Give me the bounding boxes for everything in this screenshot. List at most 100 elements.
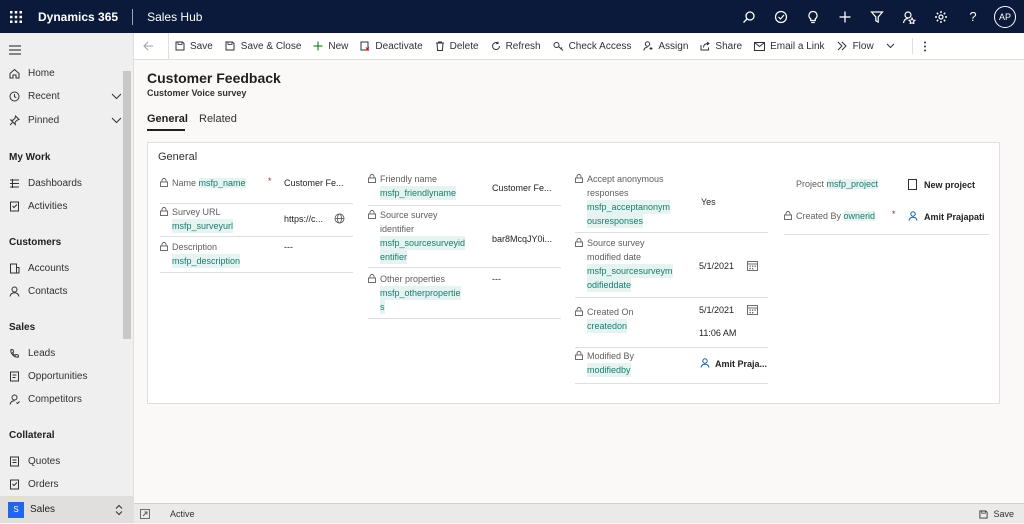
status-footer: Active Save bbox=[134, 503, 1024, 523]
check-access-button[interactable]: Check Access bbox=[547, 33, 638, 60]
sidebar-item-label: Dashboards bbox=[28, 178, 82, 189]
required-indicator: * bbox=[268, 176, 272, 186]
field-underline bbox=[368, 205, 561, 206]
assign-button[interactable]: Assign bbox=[637, 33, 694, 60]
mail-icon bbox=[754, 42, 765, 51]
command-bar: Save Save & Close New Deactivate Delete … bbox=[134, 33, 1024, 60]
delete-button[interactable]: Delete bbox=[429, 33, 485, 60]
calendar-icon[interactable] bbox=[747, 260, 758, 271]
sidebar-item-activities[interactable]: Activities bbox=[0, 195, 67, 217]
sidebar-item-label: Home bbox=[28, 68, 55, 79]
created-by-link[interactable]: Amit Prajapati bbox=[924, 210, 985, 224]
competitor-icon bbox=[9, 394, 20, 405]
help-icon[interactable]: ? bbox=[957, 0, 989, 33]
schema-name-chip: msfp_project bbox=[827, 179, 879, 189]
sidebar-item-accounts[interactable]: Accounts bbox=[0, 257, 69, 279]
command-label: Assign bbox=[658, 41, 688, 52]
lock-icon bbox=[575, 307, 583, 316]
home-icon bbox=[9, 68, 20, 79]
sidebar-item-label: Leads bbox=[28, 348, 55, 359]
sidebar-item-contacts[interactable]: Contacts bbox=[0, 280, 67, 302]
sidebar-item-recent[interactable]: Recent bbox=[0, 85, 60, 107]
sidebar-item-orders[interactable]: Orders bbox=[0, 473, 59, 495]
record-title: Customer Feedback bbox=[147, 70, 281, 86]
sidebar-item-label: Activities bbox=[28, 201, 67, 212]
sidebar-item-quotes[interactable]: Quotes bbox=[0, 450, 60, 472]
area-badge: S bbox=[8, 502, 24, 518]
modified-by-link[interactable]: Amit Praja... bbox=[715, 357, 767, 371]
user-avatar[interactable]: AP bbox=[994, 6, 1016, 28]
sidebar-scrollbar[interactable] bbox=[123, 71, 131, 339]
assistant-icon[interactable] bbox=[893, 0, 925, 33]
search-icon[interactable] bbox=[733, 0, 765, 33]
calendar-icon[interactable] bbox=[747, 304, 758, 315]
chevron-updown-icon bbox=[115, 504, 123, 516]
globe-icon[interactable] bbox=[334, 213, 345, 224]
filter-icon[interactable] bbox=[861, 0, 893, 33]
field-label: Accept anonymous bbox=[587, 172, 664, 186]
field-value[interactable]: --- bbox=[492, 272, 501, 286]
open-in-window-icon[interactable] bbox=[140, 509, 150, 519]
field-value[interactable]: Customer Fe... bbox=[284, 176, 344, 190]
field-value-time[interactable]: 11:06 AM bbox=[699, 326, 736, 340]
app-name[interactable]: Sales Hub bbox=[147, 10, 202, 24]
field-value[interactable]: --- bbox=[284, 240, 293, 254]
schema-name-chip: msfp_friendlyname bbox=[380, 186, 456, 200]
lock-icon bbox=[368, 210, 376, 219]
schema-name-chip: msfp_description bbox=[172, 254, 240, 268]
key-icon bbox=[553, 41, 564, 51]
refresh-button[interactable]: Refresh bbox=[485, 33, 547, 60]
chevron-down-icon[interactable] bbox=[111, 93, 122, 100]
deactivate-button[interactable]: Deactivate bbox=[354, 33, 428, 60]
lock-icon bbox=[575, 238, 583, 247]
flow-button[interactable]: Flow bbox=[831, 33, 906, 60]
app-launcher-icon[interactable] bbox=[0, 0, 32, 33]
save-button[interactable]: Save bbox=[169, 33, 219, 60]
chevron-down-icon[interactable] bbox=[111, 117, 122, 124]
tab-general[interactable]: General bbox=[147, 113, 188, 125]
header-divider bbox=[132, 9, 133, 25]
sidebar-item-home[interactable]: Home bbox=[0, 62, 55, 84]
sidebar-item-dashboards[interactable]: Dashboards bbox=[0, 172, 82, 194]
field-underline bbox=[160, 272, 353, 273]
save-and-close-button[interactable]: Save & Close bbox=[219, 33, 308, 60]
lock-icon bbox=[368, 274, 376, 283]
project-link[interactable]: New project bbox=[924, 178, 975, 192]
plus-icon[interactable] bbox=[829, 0, 861, 33]
sidebar-item-competitors[interactable]: Competitors bbox=[0, 388, 82, 410]
email-link-button[interactable]: Email a Link bbox=[748, 33, 830, 60]
sidebar-group-title: Sales bbox=[9, 322, 35, 333]
sidebar-item-leads[interactable]: Leads bbox=[0, 342, 55, 364]
footer-save-button[interactable]: Save bbox=[979, 504, 1014, 524]
schema-name-chip: msfp_surveyurl bbox=[172, 219, 233, 233]
save-icon bbox=[175, 41, 185, 51]
area-switcher[interactable]: S Sales bbox=[0, 496, 134, 523]
new-button[interactable]: New bbox=[307, 33, 354, 60]
field-value-date[interactable]: 5/1/2021 bbox=[699, 303, 734, 317]
tab-related[interactable]: Related bbox=[199, 113, 237, 125]
back-button[interactable] bbox=[134, 33, 168, 60]
lightbulb-icon[interactable] bbox=[797, 0, 829, 33]
more-commands-icon[interactable] bbox=[913, 33, 938, 60]
field-value[interactable]: https://c... bbox=[284, 212, 323, 226]
field-value[interactable]: Customer Fe... bbox=[492, 181, 552, 195]
field-value[interactable]: Yes bbox=[701, 195, 716, 209]
field-label: Created On bbox=[587, 305, 634, 319]
command-label: Deactivate bbox=[375, 41, 422, 52]
chevron-down-icon bbox=[886, 43, 895, 49]
brand-name[interactable]: Dynamics 365 bbox=[38, 10, 118, 24]
field-value[interactable]: bar8McqJY0i... bbox=[492, 232, 552, 246]
share-button[interactable]: Share bbox=[694, 33, 748, 60]
pin-icon bbox=[9, 115, 20, 126]
field-underline bbox=[368, 318, 561, 319]
sidebar-item-pinned[interactable]: Pinned bbox=[0, 109, 59, 131]
field-value[interactable]: 5/1/2021 bbox=[699, 259, 734, 273]
sidebar-item-opportunities[interactable]: Opportunities bbox=[0, 365, 87, 387]
plus-icon bbox=[313, 41, 323, 51]
hamburger-menu-icon[interactable] bbox=[9, 42, 21, 60]
field-label: Source survey bbox=[380, 208, 438, 222]
schema-name-chip: msfp_sourcesurveym bbox=[587, 264, 673, 278]
schema-name-chip: s bbox=[380, 300, 385, 314]
task-check-icon[interactable] bbox=[765, 0, 797, 33]
settings-gear-icon[interactable] bbox=[925, 0, 957, 33]
